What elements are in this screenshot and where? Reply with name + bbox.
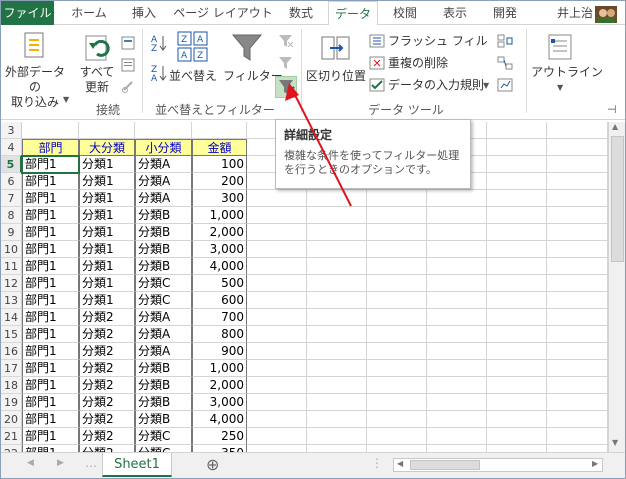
excel-window: ファイル ホーム 挿入 ページ レイアウト 数式 データ 校閲 表示 開発 井上… [0, 0, 626, 479]
annotation-arrow [285, 83, 352, 207]
